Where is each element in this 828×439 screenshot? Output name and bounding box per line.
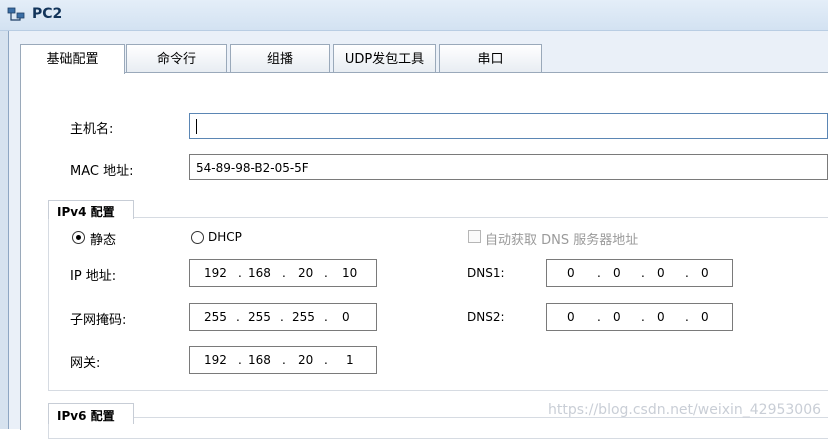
dns2-octet-2: 0 — [613, 310, 621, 324]
tab-serial[interactable]: 串口 — [439, 44, 542, 73]
dhcp-label: DHCP — [208, 230, 242, 244]
dns1-octet-4: 0 — [701, 266, 709, 280]
gateway-octet-4: 1 — [346, 353, 354, 367]
watermark-text: https://blog.csdn.net/weixin_42953006 — [548, 402, 822, 418]
dns1-octet-2: 0 — [613, 266, 621, 280]
dns2-octet-1: 0 — [567, 310, 575, 324]
ipv6-group — [48, 417, 828, 439]
tab-basic-config[interactable]: 基础配置 — [20, 44, 125, 74]
window-title: PC2 — [32, 6, 63, 22]
mac-label: MAC 地址: — [70, 164, 134, 179]
subnet-mask-input[interactable]: 255 . 255 . 255 . 0 — [189, 303, 377, 331]
dns1-octet-1: 0 — [567, 266, 575, 280]
tab-command-line[interactable]: 命令行 — [126, 44, 227, 73]
ipv4-section-tab: IPv4 配置 — [48, 200, 134, 219]
dns1-label: DNS1: — [467, 266, 505, 280]
ipv4-section-label: IPv4 配置 — [57, 205, 115, 219]
dns1-input[interactable]: 0 . 0 . 0 . 0 — [546, 259, 733, 287]
dns2-label: DNS2: — [467, 310, 505, 324]
auto-dns-label: 自动获取 DNS 服务器地址 — [485, 233, 639, 248]
ip-label: IP 地址: — [70, 269, 117, 284]
dns2-octet-4: 0 — [701, 310, 709, 324]
hostname-label: 主机名: — [70, 122, 114, 137]
static-label: 静态 — [90, 233, 117, 248]
mask-octet-3: 255 — [292, 310, 315, 324]
ip-octet-4: 10 — [342, 266, 358, 280]
mac-field[interactable]: 54-89-98-B2-05-5F — [189, 154, 828, 180]
dns1-octet-3: 0 — [657, 266, 665, 280]
mask-octet-1: 255 — [204, 310, 227, 324]
tab-multicast[interactable]: 组播 — [230, 44, 330, 73]
tab-label: 组播 — [266, 52, 293, 67]
mask-label: 子网掩码: — [70, 313, 127, 328]
text-caret — [196, 119, 197, 134]
ipv6-section-tab: IPv6 配置 — [48, 403, 134, 424]
gateway-octet-3: 20 — [298, 353, 314, 367]
pc-app-icon — [7, 7, 25, 21]
dns2-octet-3: 0 — [657, 310, 665, 324]
radio-selected-dot — [76, 235, 81, 240]
dns2-input[interactable]: 0 . 0 . 0 . 0 — [546, 303, 733, 331]
tab-label: 基础配置 — [46, 52, 99, 67]
tab-label: 串口 — [477, 52, 504, 67]
ip-octet-1: 192 — [204, 266, 227, 280]
tab-label: 命令行 — [156, 52, 196, 67]
mask-octet-2: 255 — [248, 310, 271, 324]
gateway-octet-2: 168 — [248, 353, 271, 367]
mac-value: 54-89-98-B2-05-5F — [196, 161, 309, 175]
gateway-input[interactable]: 192 . 168 . 20 . 1 — [189, 346, 377, 374]
tab-udp-tool[interactable]: UDP发包工具 — [333, 44, 436, 73]
window-left-border — [0, 31, 9, 429]
title-bar: PC2 — [0, 0, 828, 31]
static-radio[interactable] — [72, 231, 85, 244]
gateway-label: 网关: — [70, 356, 101, 371]
hostname-input[interactable] — [189, 113, 828, 139]
gateway-octet-1: 192 — [204, 353, 227, 367]
ip-octet-2: 168 — [248, 266, 271, 280]
ip-octet-3: 20 — [298, 266, 314, 280]
mask-octet-4: 0 — [342, 310, 350, 324]
ip-address-input[interactable]: 192 . 168 . 20 . 10 — [189, 259, 377, 287]
auto-dns-checkbox[interactable] — [468, 230, 481, 243]
tab-label: UDP发包工具 — [344, 52, 425, 67]
ipv6-section-label: IPv6 配置 — [57, 409, 115, 423]
dhcp-radio[interactable] — [191, 231, 204, 244]
